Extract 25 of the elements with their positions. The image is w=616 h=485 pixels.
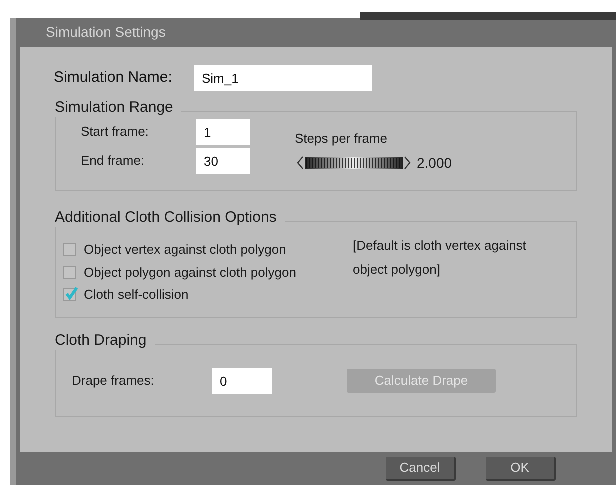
check-icon — [65, 287, 78, 300]
field-label: Simulation Name: — [54, 68, 174, 88]
field-label: Start frame: — [81, 123, 150, 142]
group-title: Additional Cloth Collision Options — [55, 209, 285, 227]
checkbox-label: Object polygon against cloth polygon — [84, 264, 296, 282]
steps-reading: 2.000 — [417, 154, 452, 172]
checkbox[interactable] — [63, 266, 76, 279]
checkbox-label: Object vertex against cloth polygon — [84, 241, 286, 259]
checkbox[interactable] — [63, 243, 76, 256]
group-title: Simulation Range — [55, 99, 182, 117]
dialog-button[interactable]: Cancel — [386, 456, 456, 480]
field-label: Drape frames: — [72, 372, 156, 390]
field-label: End frame: — [81, 152, 146, 170]
checkbox[interactable] — [63, 288, 76, 302]
jog-dial-drawing[interactable] — [295, 154, 413, 172]
checkbox-label: Cloth self-collision — [84, 286, 189, 304]
window-title: Simulation Settings — [46, 23, 166, 42]
steps-label: Steps per frame — [295, 130, 388, 148]
simulation-name-field[interactable]: Sim_1 — [194, 65, 372, 91]
frame-field[interactable]: 1 — [196, 119, 250, 145]
group-title: Cloth Draping — [55, 332, 155, 350]
default-note: [Default is cloth vertex against object polygon] — [353, 237, 528, 279]
frame-field[interactable]: 30 — [196, 148, 250, 174]
drape-frames-field[interactable]: 0 — [212, 368, 272, 394]
dialog-button[interactable]: OK — [486, 456, 556, 480]
